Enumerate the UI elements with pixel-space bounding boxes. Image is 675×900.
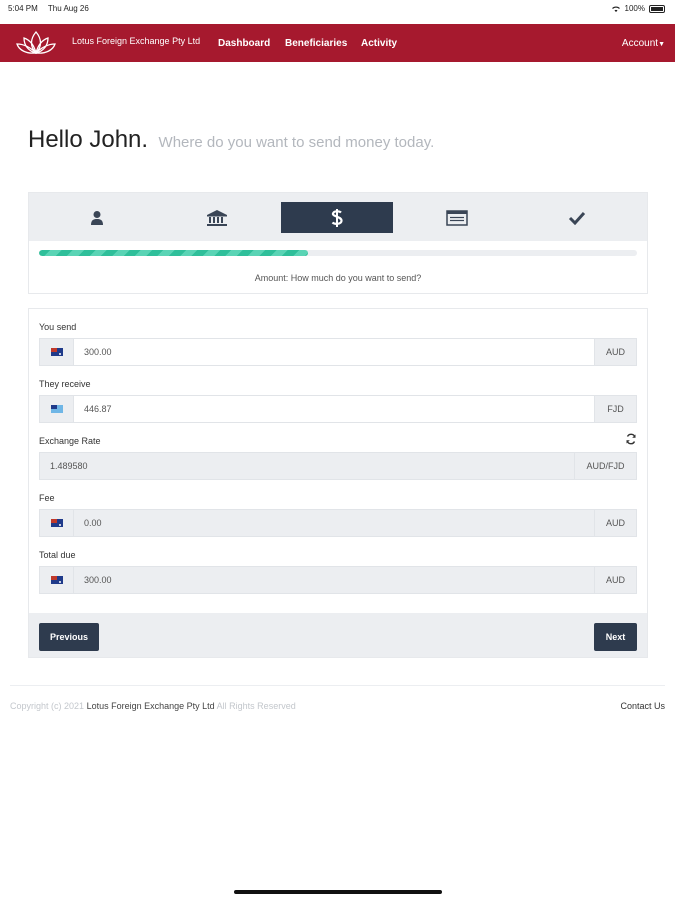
wizard-steps-card: Amount: How much do you want to send?	[28, 192, 648, 294]
they-receive-input[interactable]: 446.87	[74, 396, 594, 422]
top-navbar: Lotus Foreign Exchange Pty Ltd Dashboard…	[0, 24, 675, 62]
copyright-rights: All Rights Reserved	[216, 701, 296, 711]
next-button[interactable]: Next	[594, 623, 637, 651]
step-confirm[interactable]	[521, 202, 633, 233]
you-send-input[interactable]: 300.00	[74, 339, 594, 365]
exchange-rate-field: 1.489580 AUD/FJD	[39, 452, 637, 480]
battery-icon	[649, 4, 665, 13]
exchange-rate-label: Exchange Rate	[39, 436, 101, 446]
au-flag-icon	[50, 348, 63, 356]
lotus-logo-icon[interactable]	[14, 29, 58, 57]
they-receive-field: 446.87 FJD	[39, 395, 637, 423]
total-due-value: 300.00	[74, 567, 594, 593]
home-indicator[interactable]	[234, 890, 442, 894]
fee-flag-addon	[40, 510, 74, 536]
step-bank[interactable]	[161, 202, 273, 233]
checkmark-icon	[568, 211, 586, 225]
step-caption: Amount: How much do you want to send?	[254, 273, 422, 283]
user-icon	[91, 210, 103, 225]
previous-button[interactable]: Previous	[39, 623, 99, 651]
they-receive-label: They receive	[39, 379, 91, 389]
fee-value: 0.00	[74, 510, 594, 536]
caret-down-icon: ▼	[658, 41, 665, 48]
step-payment[interactable]	[401, 202, 513, 233]
exchange-rate-value: 1.489580	[40, 453, 574, 479]
page-footer: Copyright (c) 2021 Lotus Foreign Exchang…	[10, 685, 665, 711]
status-bar-left: 5:04 PM Thu Aug 26	[8, 4, 97, 13]
au-flag-icon	[50, 576, 63, 584]
status-time: 5:04 PM	[8, 4, 38, 13]
greeting-hello: Hello John.	[28, 126, 149, 153]
fee-field: 0.00 AUD	[39, 509, 637, 537]
dollar-icon	[331, 208, 343, 227]
total-due-field: 300.00 AUD	[39, 566, 637, 594]
nav-account-label: Account	[621, 38, 659, 49]
battery-percent: 100%	[624, 4, 645, 13]
status-date: Thu Aug 26	[47, 4, 89, 13]
refresh-icon[interactable]	[625, 433, 637, 445]
wizard-progress-fill	[39, 250, 309, 256]
amount-form-card: You send 300.00 AUD They receive 446.87 …	[28, 308, 648, 658]
contact-us-link[interactable]: Contact Us	[620, 701, 665, 711]
au-flag-icon	[50, 519, 63, 527]
step-beneficiary[interactable]	[41, 202, 153, 233]
wizard-progress-bar	[39, 250, 637, 256]
you-send-currency: AUD	[594, 339, 636, 365]
nav-activity[interactable]: Activity	[361, 38, 397, 49]
fj-flag-icon	[50, 405, 63, 413]
status-bar-right: 100%	[611, 4, 665, 13]
nav-dashboard[interactable]: Dashboard	[218, 38, 270, 49]
copyright-prefix: Copyright (c) 2021	[10, 701, 85, 711]
bank-icon	[207, 209, 227, 226]
card-list-icon	[446, 209, 468, 226]
total-due-label: Total due	[39, 550, 76, 560]
page-greeting: Hello John. Where do you want to send mo…	[28, 126, 434, 154]
step-amount[interactable]	[281, 202, 393, 233]
brand-name[interactable]: Lotus Foreign Exchange Pty Ltd	[72, 36, 200, 46]
status-bar: 5:04 PM Thu Aug 26 100%	[0, 0, 675, 22]
you-send-label: You send	[39, 322, 77, 332]
they-receive-currency: FJD	[594, 396, 636, 422]
copyright-company: Lotus Foreign Exchange Pty Ltd	[86, 701, 215, 711]
total-due-currency: AUD	[594, 567, 636, 593]
greeting-subtitle: Where do you want to send money today.	[158, 134, 435, 151]
wizard-steps-bar	[29, 193, 647, 241]
nav-beneficiaries[interactable]: Beneficiaries	[285, 38, 347, 49]
they-receive-flag-addon[interactable]	[40, 396, 74, 422]
nav-account-dropdown[interactable]: Account▼	[622, 38, 665, 49]
form-footer: Previous Next	[29, 613, 647, 657]
total-due-flag-addon	[40, 567, 74, 593]
fee-label: Fee	[39, 493, 55, 503]
you-send-field: 300.00 AUD	[39, 338, 637, 366]
exchange-rate-pair: AUD/FJD	[574, 453, 636, 479]
wifi-icon	[611, 6, 620, 12]
copyright-text: Copyright (c) 2021 Lotus Foreign Exchang…	[10, 701, 296, 711]
you-send-flag-addon[interactable]	[40, 339, 74, 365]
fee-currency: AUD	[594, 510, 636, 536]
